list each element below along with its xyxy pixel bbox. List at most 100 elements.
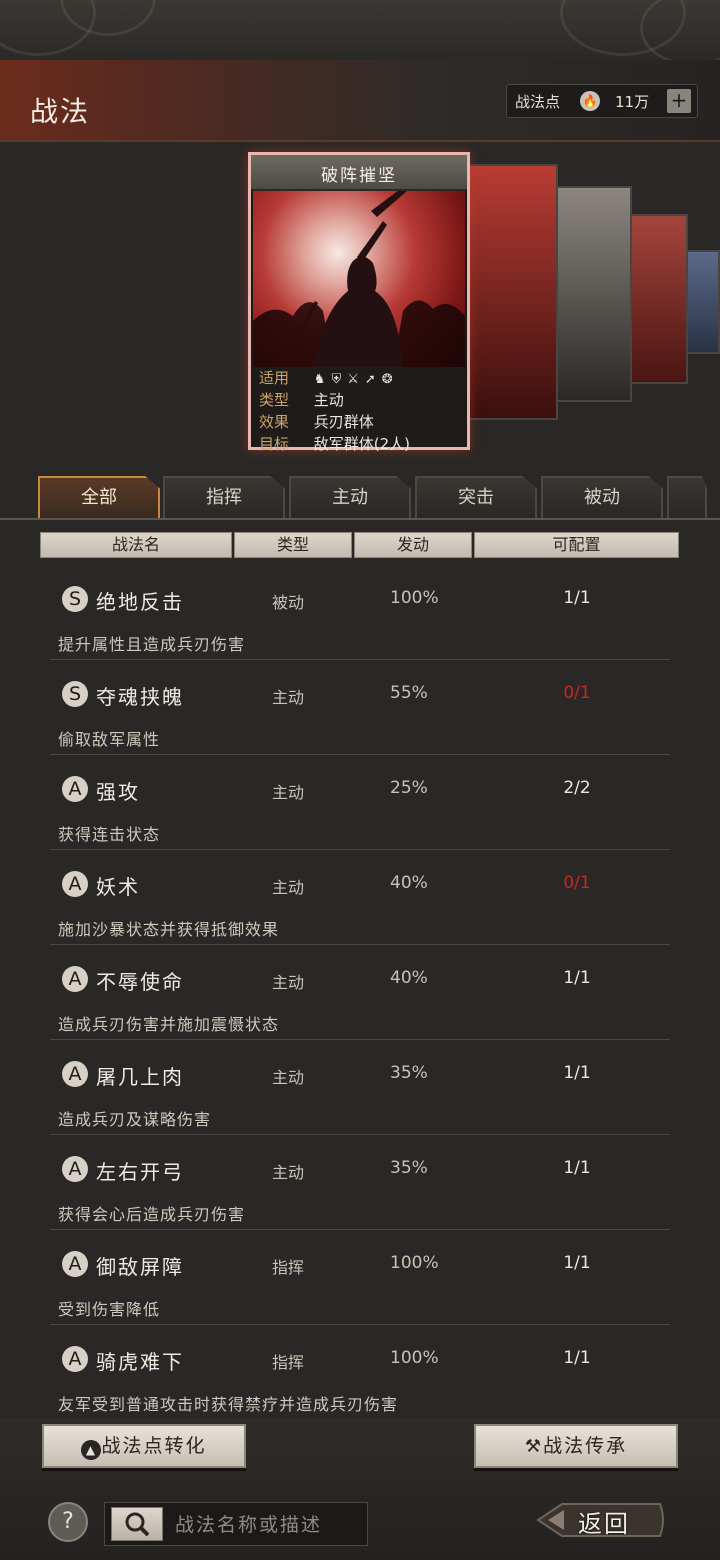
- column-header-trigger[interactable]: 发动: [354, 532, 472, 558]
- grade-badge: A: [62, 1251, 88, 1277]
- add-points-button[interactable]: +: [667, 89, 691, 113]
- column-header-type[interactable]: 类型: [234, 532, 352, 558]
- skill-row[interactable]: A 骑虎难下 指挥 100% 1/1 友军受到普通攻击时获得禁疗并造成兵刃伤害: [0, 1330, 720, 1425]
- skill-name: 绝地反击: [96, 590, 184, 614]
- row-divider: [50, 659, 670, 660]
- skill-trigger-rate: 100%: [390, 1348, 439, 1368]
- skill-row[interactable]: A 妖术 主动 40% 0/1 施加沙暴状态并获得抵御效果: [0, 855, 720, 950]
- card-info-panel: 适用 ♞⛨⚔➚❂ 类型 主动 效果 兵刃群体 目标 敌军群体(2人): [253, 367, 465, 453]
- applicable-icons: ♞⛨⚔➚❂: [314, 372, 399, 387]
- skill-name: 骑虎难下: [96, 1350, 184, 1374]
- skill-type: 主动: [272, 783, 305, 802]
- card-info-row: 目标 敌军群体(2人): [259, 433, 410, 454]
- skill-row[interactable]: S 绝地反击 被动 100% 1/1 提升属性且造成兵刃伤害: [0, 570, 720, 665]
- search-input[interactable]: [173, 1511, 357, 1539]
- search-box: [104, 1502, 368, 1546]
- skill-trigger-rate: 40%: [390, 873, 428, 893]
- skill-config-count: 1/1: [563, 1253, 591, 1273]
- tactic-points-value: 11万: [615, 93, 650, 111]
- card-title-bar: 破阵摧坚: [251, 155, 467, 191]
- inherit-tactic-button[interactable]: ⚒战法传承: [474, 1424, 678, 1468]
- card-info-row: 效果 兵刃群体: [259, 411, 374, 432]
- crossed-swords-icon: ⚔: [347, 372, 365, 387]
- skill-name: 强攻: [96, 780, 140, 804]
- cavalry-icon: ♞: [313, 372, 332, 387]
- grade-badge: A: [62, 1156, 88, 1182]
- cloud-ornament: [640, 0, 720, 66]
- skill-row[interactable]: S 夺魂挟魄 主动 55% 0/1 偷取敌军属性: [0, 665, 720, 760]
- card-info-row: 适用 ♞⛨⚔➚❂: [259, 367, 399, 388]
- grade-badge: A: [62, 776, 88, 802]
- card-thumbnail[interactable]: [468, 164, 558, 420]
- skill-row[interactable]: A 不辱使命 主动 40% 1/1 造成兵刃伤害并施加震慑状态: [0, 950, 720, 1045]
- skill-config-count: 0/1: [563, 873, 591, 893]
- skill-config-count: 2/2: [563, 778, 591, 798]
- search-button[interactable]: [111, 1507, 163, 1541]
- skill-type: 指挥: [272, 1258, 305, 1277]
- skill-row[interactable]: A 左右开弓 主动 35% 1/1 获得会心后造成兵刃伤害: [0, 1140, 720, 1235]
- skill-list: S 绝地反击 被动 100% 1/1 提升属性且造成兵刃伤害 S 夺魂挟魄 主动…: [0, 570, 720, 1416]
- skill-trigger-rate: 55%: [390, 683, 428, 703]
- tab-all[interactable]: 全部: [38, 476, 160, 518]
- grade-badge: S: [62, 586, 88, 612]
- effect-label: 效果: [259, 413, 290, 431]
- skill-name: 左右开弓: [96, 1160, 184, 1184]
- tactic-points-box: 战法点 🔥 11万 +: [506, 84, 698, 118]
- selected-skill-card[interactable]: 破阵摧坚 适用 ♞⛨⚔➚❂ 类型 主动 效果 兵刃群体 目标 敌军群体(2人): [248, 152, 470, 453]
- tab-passive[interactable]: 被动: [541, 476, 663, 518]
- skill-row[interactable]: A 强攻 主动 25% 2/2 获得连击状态: [0, 760, 720, 855]
- top-decoration: [0, 0, 720, 66]
- convert-points-button[interactable]: ▲ 战法点转化: [42, 1424, 246, 1468]
- row-divider: [50, 754, 670, 755]
- column-header-config[interactable]: 可配置: [474, 532, 679, 558]
- card-skill-name: 破阵摧坚: [321, 166, 397, 186]
- tabs-divider: [0, 518, 720, 520]
- skill-config-count: 1/1: [563, 968, 591, 988]
- card-thumbnail[interactable]: [628, 214, 688, 384]
- skill-trigger-rate: 100%: [390, 1253, 439, 1273]
- flame-icon: ▲: [81, 1440, 102, 1460]
- skill-description: 获得会心后造成兵刃伤害: [58, 1205, 246, 1224]
- skill-name: 不辱使命: [96, 970, 184, 994]
- skill-row[interactable]: A 御敌屏障 指挥 100% 1/1 受到伤害降低: [0, 1235, 720, 1330]
- skill-name: 妖术: [96, 875, 140, 899]
- back-button[interactable]: 返回: [534, 1496, 668, 1544]
- inherit-tactic-label: 战法传承: [543, 1435, 628, 1457]
- skill-description: 偷取敌军属性: [58, 730, 161, 749]
- target-label: 目标: [259, 435, 290, 453]
- shield-icon: ⛨: [331, 372, 348, 387]
- skill-trigger-rate: 100%: [390, 588, 439, 608]
- skill-config-count: 1/1: [563, 1063, 591, 1083]
- skill-name: 屠几上肉: [96, 1065, 184, 1089]
- card-thumbnail[interactable]: [552, 186, 632, 402]
- row-divider: [50, 1134, 670, 1135]
- skill-type: 主动: [272, 878, 305, 897]
- row-divider: [50, 1229, 670, 1230]
- convert-points-label: 战法点转化: [101, 1435, 207, 1457]
- type-label: 类型: [259, 391, 290, 409]
- type-value: 主动: [313, 391, 344, 409]
- skill-description: 造成兵刃伤害并施加震慑状态: [58, 1015, 280, 1034]
- skill-trigger-rate: 35%: [390, 1063, 428, 1083]
- tab-active[interactable]: 主动: [289, 476, 411, 518]
- column-header-name[interactable]: 战法名: [40, 532, 232, 558]
- card-artwork: [253, 191, 465, 367]
- row-divider: [50, 849, 670, 850]
- grade-badge: A: [62, 1346, 88, 1372]
- row-divider: [50, 1039, 670, 1040]
- skill-type: 指挥: [272, 1353, 305, 1372]
- hammer-icon: ⚒: [524, 1436, 544, 1457]
- skill-type: 主动: [272, 973, 305, 992]
- skill-description: 施加沙暴状态并获得抵御效果: [58, 920, 280, 939]
- target-value: 敌军群体(2人): [313, 435, 411, 453]
- skill-type: 主动: [272, 1068, 305, 1087]
- row-divider: [50, 944, 670, 945]
- help-button[interactable]: ?: [48, 1502, 88, 1542]
- skill-trigger-rate: 25%: [390, 778, 428, 798]
- tab-assault[interactable]: 突击: [415, 476, 537, 518]
- tab-more[interactable]: [667, 476, 707, 518]
- skill-row[interactable]: A 屠几上肉 主动 35% 1/1 造成兵刃及谋略伤害: [0, 1045, 720, 1140]
- skill-description: 获得连击状态: [58, 825, 161, 844]
- spear-icon: ➚: [364, 372, 382, 387]
- tab-command[interactable]: 指挥: [163, 476, 285, 518]
